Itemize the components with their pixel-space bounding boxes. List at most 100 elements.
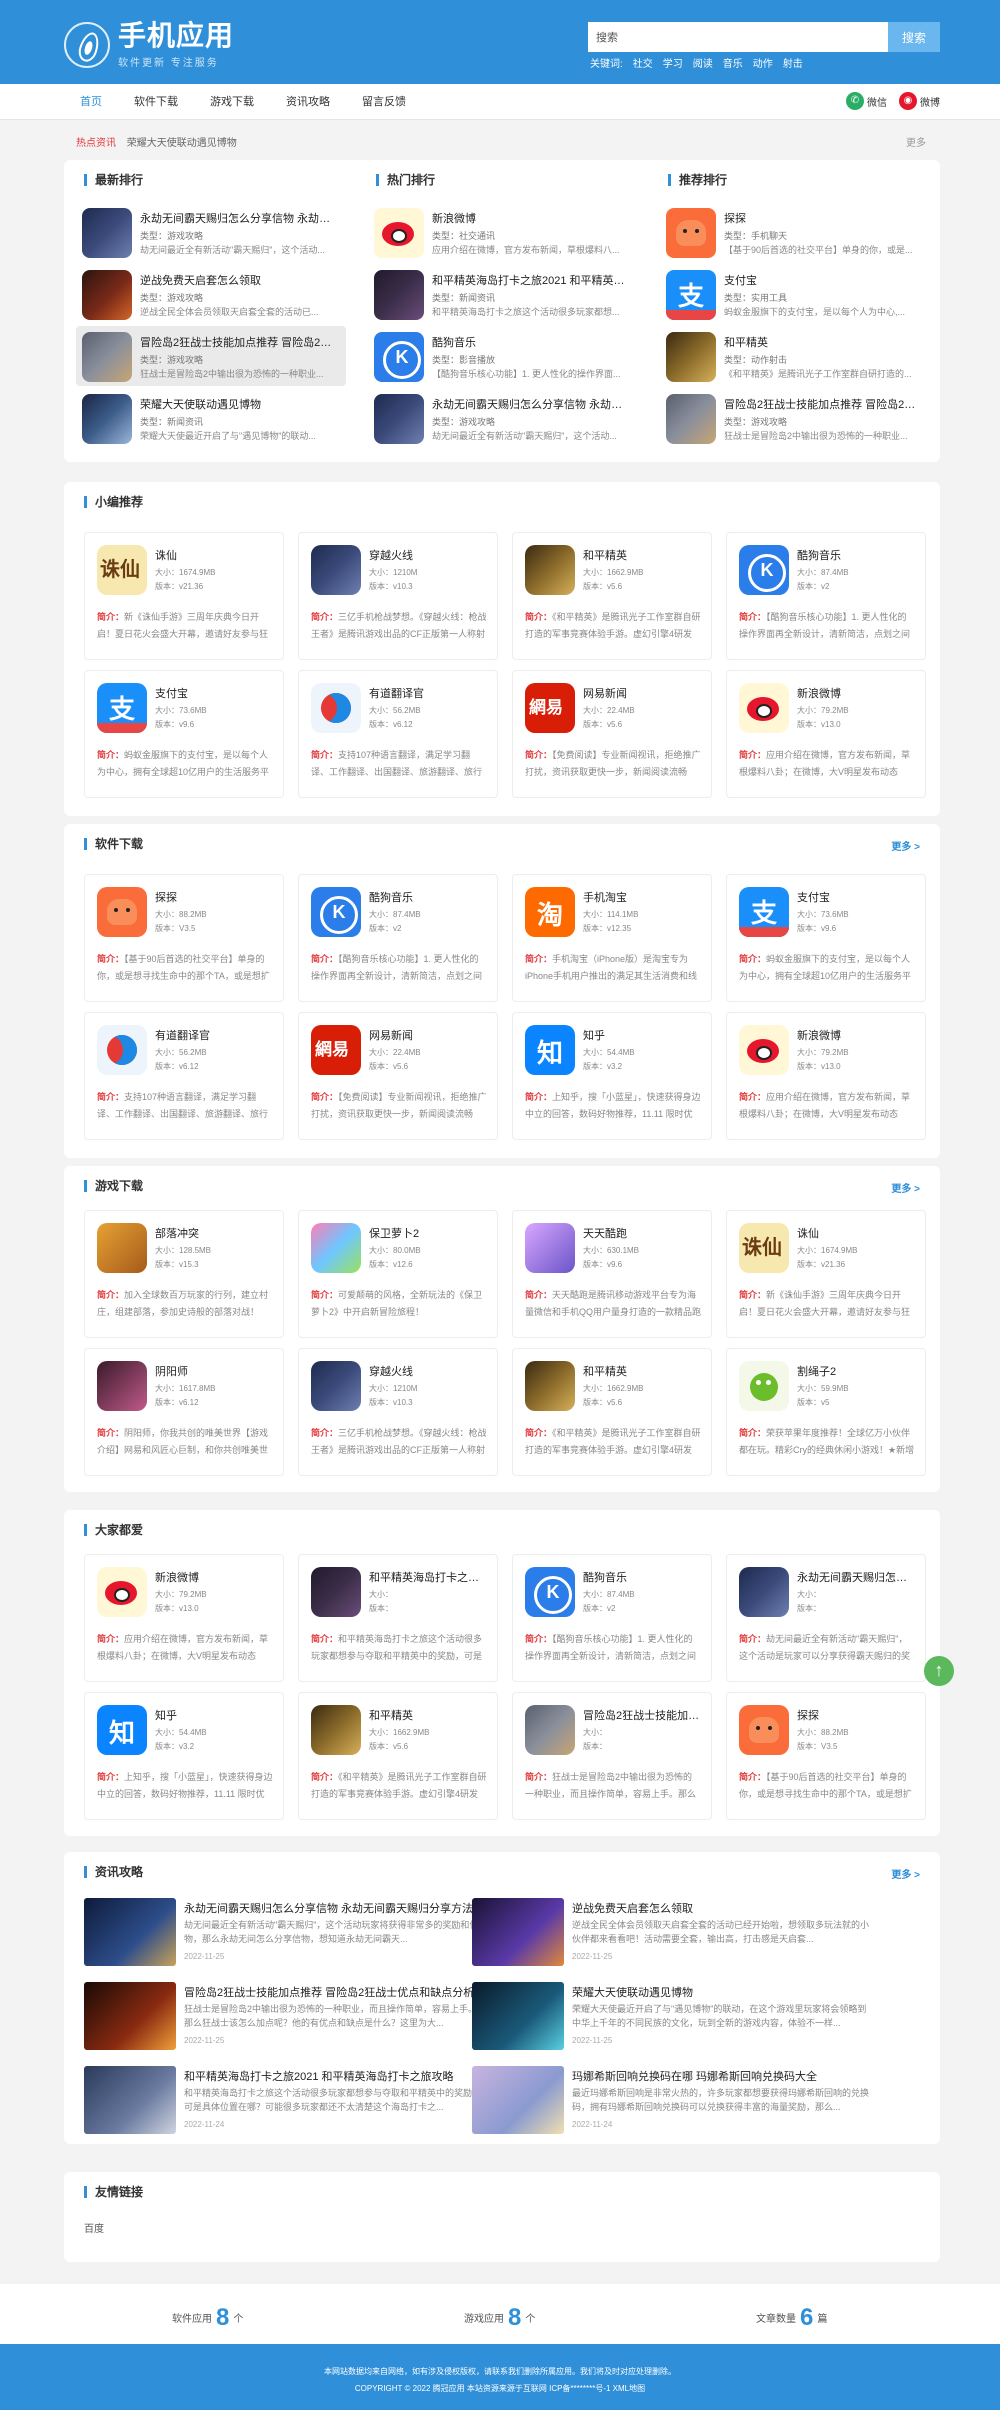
- share-weibo[interactable]: ◉ 微博: [899, 92, 940, 110]
- hot-keyword[interactable]: 社交: [633, 55, 653, 70]
- app-card[interactable]: 穿越火线 大小：1210M 版本：v10.3 简介：三亿手机枪战梦想。《穿越火线：枪战…: [298, 1348, 498, 1476]
- app-name[interactable]: 保卫萝卜2: [369, 1225, 489, 1241]
- app-card[interactable]: 酷狗音乐大小：87.4MB 版本：v2 简介：【酷狗音乐核心功能】1. 更人性化的操…: [298, 874, 498, 1002]
- hot-keyword[interactable]: 学习: [663, 55, 683, 70]
- app-card[interactable]: 诛仙大小：1674.9MB 版本：v21.36 简介：新《诛仙手游》三周年庆典今日开…: [726, 1210, 926, 1338]
- nav-item-feedback[interactable]: 留言反馈: [346, 84, 422, 120]
- app-card[interactable]: 保卫萝卜2 大小：80.0MB 版本：v12.6 简介：可爱颠萌的风格，全新玩法的《保…: [298, 1210, 498, 1338]
- rank-item-name[interactable]: 荣耀大天使联动遇见博物: [140, 396, 340, 412]
- news-thumbnail[interactable]: [472, 1982, 564, 2050]
- nav-item-news[interactable]: 资讯攻略: [270, 84, 346, 120]
- app-card[interactable]: 探探 大小：88.2MB 版本：V3.5 简介：【基于90后首选的社交平台】单身的你，…: [84, 874, 284, 1002]
- app-name[interactable]: 天天酷跑: [583, 1225, 703, 1241]
- app-name[interactable]: 和平精英: [583, 547, 703, 563]
- app-name[interactable]: 新浪微博: [797, 1027, 917, 1043]
- app-name[interactable]: 新浪微博: [155, 1569, 275, 1585]
- rank-item[interactable]: 新浪微博 类型：社交通讯 应用介绍在微博，官方发布新闻，草根爆料八...: [368, 202, 638, 262]
- app-name[interactable]: 诛仙: [155, 547, 275, 563]
- hot-keyword[interactable]: 音乐: [723, 55, 743, 70]
- app-card[interactable]: 阴阳师 大小：1617.8MB 版本：v6.12 简介：阴阳师，你我共创的唯美世界【游…: [84, 1348, 284, 1476]
- news-title[interactable]: 荣耀大天使联动遇见博物: [572, 1984, 888, 2000]
- app-name[interactable]: 酷狗音乐: [583, 1569, 703, 1585]
- app-card[interactable]: 知乎大小：54.4MB 版本：v3.2 简介：上知乎，搜「小蓝星」，快速获得身边中立…: [84, 1692, 284, 1820]
- app-card[interactable]: 穿越火线 大小：1210M 版本：v10.3 简介：三亿手机枪战梦想。《穿越火线：枪战…: [298, 532, 498, 660]
- app-card[interactable]: 部落冲突 大小：128.5MB 版本：v15.3 简介：加入全球数百万玩家的行列，建立…: [84, 1210, 284, 1338]
- app-card[interactable]: 知乎大小：54.4MB 版本：v3.2 简介：上知乎，搜「小蓝星」，快速获得身边中立…: [512, 1012, 712, 1140]
- app-name[interactable]: 知乎: [155, 1707, 275, 1723]
- rank-item-name[interactable]: 酷狗音乐: [432, 334, 632, 350]
- rank-item-name[interactable]: 支付宝: [724, 272, 924, 288]
- app-card[interactable]: 新浪微博 大小：79.2MB 版本：v13.0 简介：应用介绍在微博，官方发布新闻，草…: [726, 1012, 926, 1140]
- news-item[interactable]: 逆战免费天启套怎么领取 逆战全民全体会员领取天启套全套的活动已经开始啦，想领取多玩…: [472, 1898, 892, 1970]
- app-name[interactable]: 有道翻译官: [369, 685, 489, 701]
- app-card[interactable]: 和平精英海岛打卡之旅2021 和平精英海岛大小： 版本： 简介：和平精英海岛打卡之旅…: [298, 1554, 498, 1682]
- section-more-link[interactable]: 更多 >: [891, 838, 920, 853]
- app-card[interactable]: 和平精英 大小：1662.9MB 版本：v5.6 简介：《和平精英》是腾讯光子工作室群…: [298, 1692, 498, 1820]
- news-item[interactable]: 永劫无间霸天赐归怎么分享信物 永劫无间霸天赐归分享方法 劫无间最近全有新活动"霸天…: [84, 1898, 504, 1970]
- search-button[interactable]: 搜索: [888, 22, 940, 52]
- friend-link[interactable]: 百度: [84, 2220, 104, 2235]
- rank-item[interactable]: 和平精英 类型：动作射击 《和平精英》是腾讯光子工作室群自研打造的...: [660, 326, 930, 386]
- rank-item[interactable]: 冒险岛2狂战士技能加点推荐 冒险岛2狂战士 类型：游戏攻略 狂战士是冒险岛2中输出很…: [660, 388, 930, 448]
- rank-item-name[interactable]: 逆战免费天启套怎么领取: [140, 272, 340, 288]
- app-name[interactable]: 支付宝: [797, 889, 917, 905]
- rank-item[interactable]: 支付宝类型：实用工具蚂蚁金服旗下的支付宝，是以每个人为中心,...: [660, 264, 930, 324]
- app-card[interactable]: 酷狗音乐大小：87.4MB 版本：v2 简介：【酷狗音乐核心功能】1. 更人性化的操…: [512, 1554, 712, 1682]
- app-card[interactable]: 新浪微博 大小：79.2MB 版本：v13.0 简介：应用介绍在微博，官方发布新闻，草…: [726, 670, 926, 798]
- nav-item-home[interactable]: 首页: [64, 84, 118, 120]
- nav-item-software[interactable]: 软件下载: [118, 84, 194, 120]
- app-card[interactable]: 冒险岛2狂战士技能加点推荐 冒险岛2狂战士大小： 版本： 简介：狂战士是冒险岛2中输…: [512, 1692, 712, 1820]
- rank-item[interactable]: 和平精英海岛打卡之旅2021 和平精英海岛 类型：新闻资讯 和平精英海岛打卡之旅这个…: [368, 264, 638, 324]
- rank-item-name[interactable]: 永劫无间霸天赐归怎么分享信物 永劫无间霸天赐归分享方法: [140, 210, 340, 226]
- news-thumbnail[interactable]: [472, 1898, 564, 1966]
- app-card[interactable]: 网易新闻大小：22.4MB 版本：v5.6 简介：【免费阅读】专业新闻视讯，拒绝推广…: [298, 1012, 498, 1140]
- rank-item[interactable]: 冒险岛2狂战士技能加点推荐 冒险岛2狂战士 类型：游戏攻略 狂战士是冒险岛2中输出很…: [76, 326, 346, 386]
- rank-item[interactable]: 永劫无间霸天赐归怎么分享信物 永劫无间霸天赐归分享方法类型：游戏攻略劫无间最近全…: [76, 202, 346, 262]
- app-name[interactable]: 冒险岛2狂战士技能加点推荐 冒险岛2狂战士: [583, 1707, 703, 1723]
- app-name[interactable]: 探探: [797, 1707, 917, 1723]
- app-card[interactable]: 割绳子2 大小：59.9MB 版本：v5 简介：荣获苹果年度推荐！全球亿万小伙伴都在玩…: [726, 1348, 926, 1476]
- rank-item-name[interactable]: 冒险岛2狂战士技能加点推荐 冒险岛2狂战士: [724, 396, 924, 412]
- rank-item[interactable]: 酷狗音乐类型：影音播放【酷狗音乐核心功能】1. 更人性化的操作界面...: [368, 326, 638, 386]
- news-thumbnail[interactable]: [472, 2066, 564, 2134]
- app-name[interactable]: 永劫无间霸天赐归怎么分享信物 永劫无间霸天赐归分享方法: [797, 1569, 917, 1585]
- app-card[interactable]: 诛仙大小：1674.9MB 版本：v21.36 简介：新《诛仙手游》三周年庆典今日开…: [84, 532, 284, 660]
- news-title[interactable]: 永劫无间霸天赐归怎么分享信物 永劫无间霸天赐归分享方法: [184, 1900, 500, 1916]
- app-card[interactable]: 酷狗音乐大小：87.4MB 版本：v2 简介：【酷狗音乐核心功能】1. 更人性化的操…: [726, 532, 926, 660]
- app-name[interactable]: 新浪微博: [797, 685, 917, 701]
- rank-item[interactable]: 探探 类型：手机聊天 【基于90后首选的社交平台】单身的你，或是...: [660, 202, 930, 262]
- app-name[interactable]: 支付宝: [155, 685, 275, 701]
- ticker-more-link[interactable]: 更多: [906, 134, 926, 149]
- hot-keyword[interactable]: 阅读: [693, 55, 713, 70]
- app-card[interactable]: 手机淘宝大小：114.1MB 版本：v12.35 简介：手机淘宝（iPhone版）是…: [512, 874, 712, 1002]
- hot-keyword[interactable]: 射击: [783, 55, 803, 70]
- news-thumbnail[interactable]: [84, 1898, 176, 1966]
- app-name[interactable]: 部落冲突: [155, 1225, 275, 1241]
- app-name[interactable]: 诛仙: [797, 1225, 917, 1241]
- app-card[interactable]: 永劫无间霸天赐归怎么分享信物 永劫无间霸天赐归分享方法大小： 版本： 简介：劫无间最…: [726, 1554, 926, 1682]
- app-name[interactable]: 穿越火线: [369, 547, 489, 563]
- app-name[interactable]: 和平精英: [369, 1707, 489, 1723]
- news-title[interactable]: 玛娜希斯回响兑换码在哪 玛娜希斯回响兑换码大全: [572, 2068, 888, 2084]
- app-name[interactable]: 穿越火线: [369, 1363, 489, 1379]
- app-name[interactable]: 酷狗音乐: [797, 547, 917, 563]
- app-name[interactable]: 割绳子2: [797, 1363, 917, 1379]
- rank-item[interactable]: 荣耀大天使联动遇见博物 类型：新闻资讯 荣耀大天使最近开启了与"遇见博物"的联动..…: [76, 388, 346, 448]
- search-input[interactable]: [588, 22, 888, 52]
- app-card[interactable]: 有道翻译官 大小：56.2MB 版本：v6.12 简介：支持107种语言翻译，满足学习…: [84, 1012, 284, 1140]
- app-name[interactable]: 阴阳师: [155, 1363, 275, 1379]
- nav-item-games[interactable]: 游戏下载: [194, 84, 270, 120]
- hot-keyword[interactable]: 动作: [753, 55, 773, 70]
- news-thumbnail[interactable]: [84, 2066, 176, 2134]
- app-card[interactable]: 探探 大小：88.2MB 版本：V3.5 简介：【基于90后首选的社交平台】单身的你，…: [726, 1692, 926, 1820]
- app-name[interactable]: 网易新闻: [369, 1027, 489, 1043]
- news-item[interactable]: 玛娜希斯回响兑换码在哪 玛娜希斯回响兑换码大全 最近玛娜希斯回响是非常火热的，许多…: [472, 2066, 892, 2138]
- rank-item[interactable]: 逆战免费天启套怎么领取 类型：游戏攻略 逆战全民全体会员领取天启套全套的活动已...: [76, 264, 346, 324]
- share-wechat[interactable]: ✆ 微信: [846, 92, 887, 110]
- news-thumbnail[interactable]: [84, 1982, 176, 2050]
- app-card[interactable]: 和平精英 大小：1662.9MB 版本：v5.6 简介：《和平精英》是腾讯光子工作室群…: [512, 1348, 712, 1476]
- rank-item-name[interactable]: 和平精英海岛打卡之旅2021 和平精英海岛: [432, 272, 632, 288]
- rank-item-name[interactable]: 冒险岛2狂战士技能加点推荐 冒险岛2狂战士: [140, 334, 340, 350]
- back-to-top-button[interactable]: ↑: [924, 1656, 954, 1686]
- app-name[interactable]: 和平精英: [583, 1363, 703, 1379]
